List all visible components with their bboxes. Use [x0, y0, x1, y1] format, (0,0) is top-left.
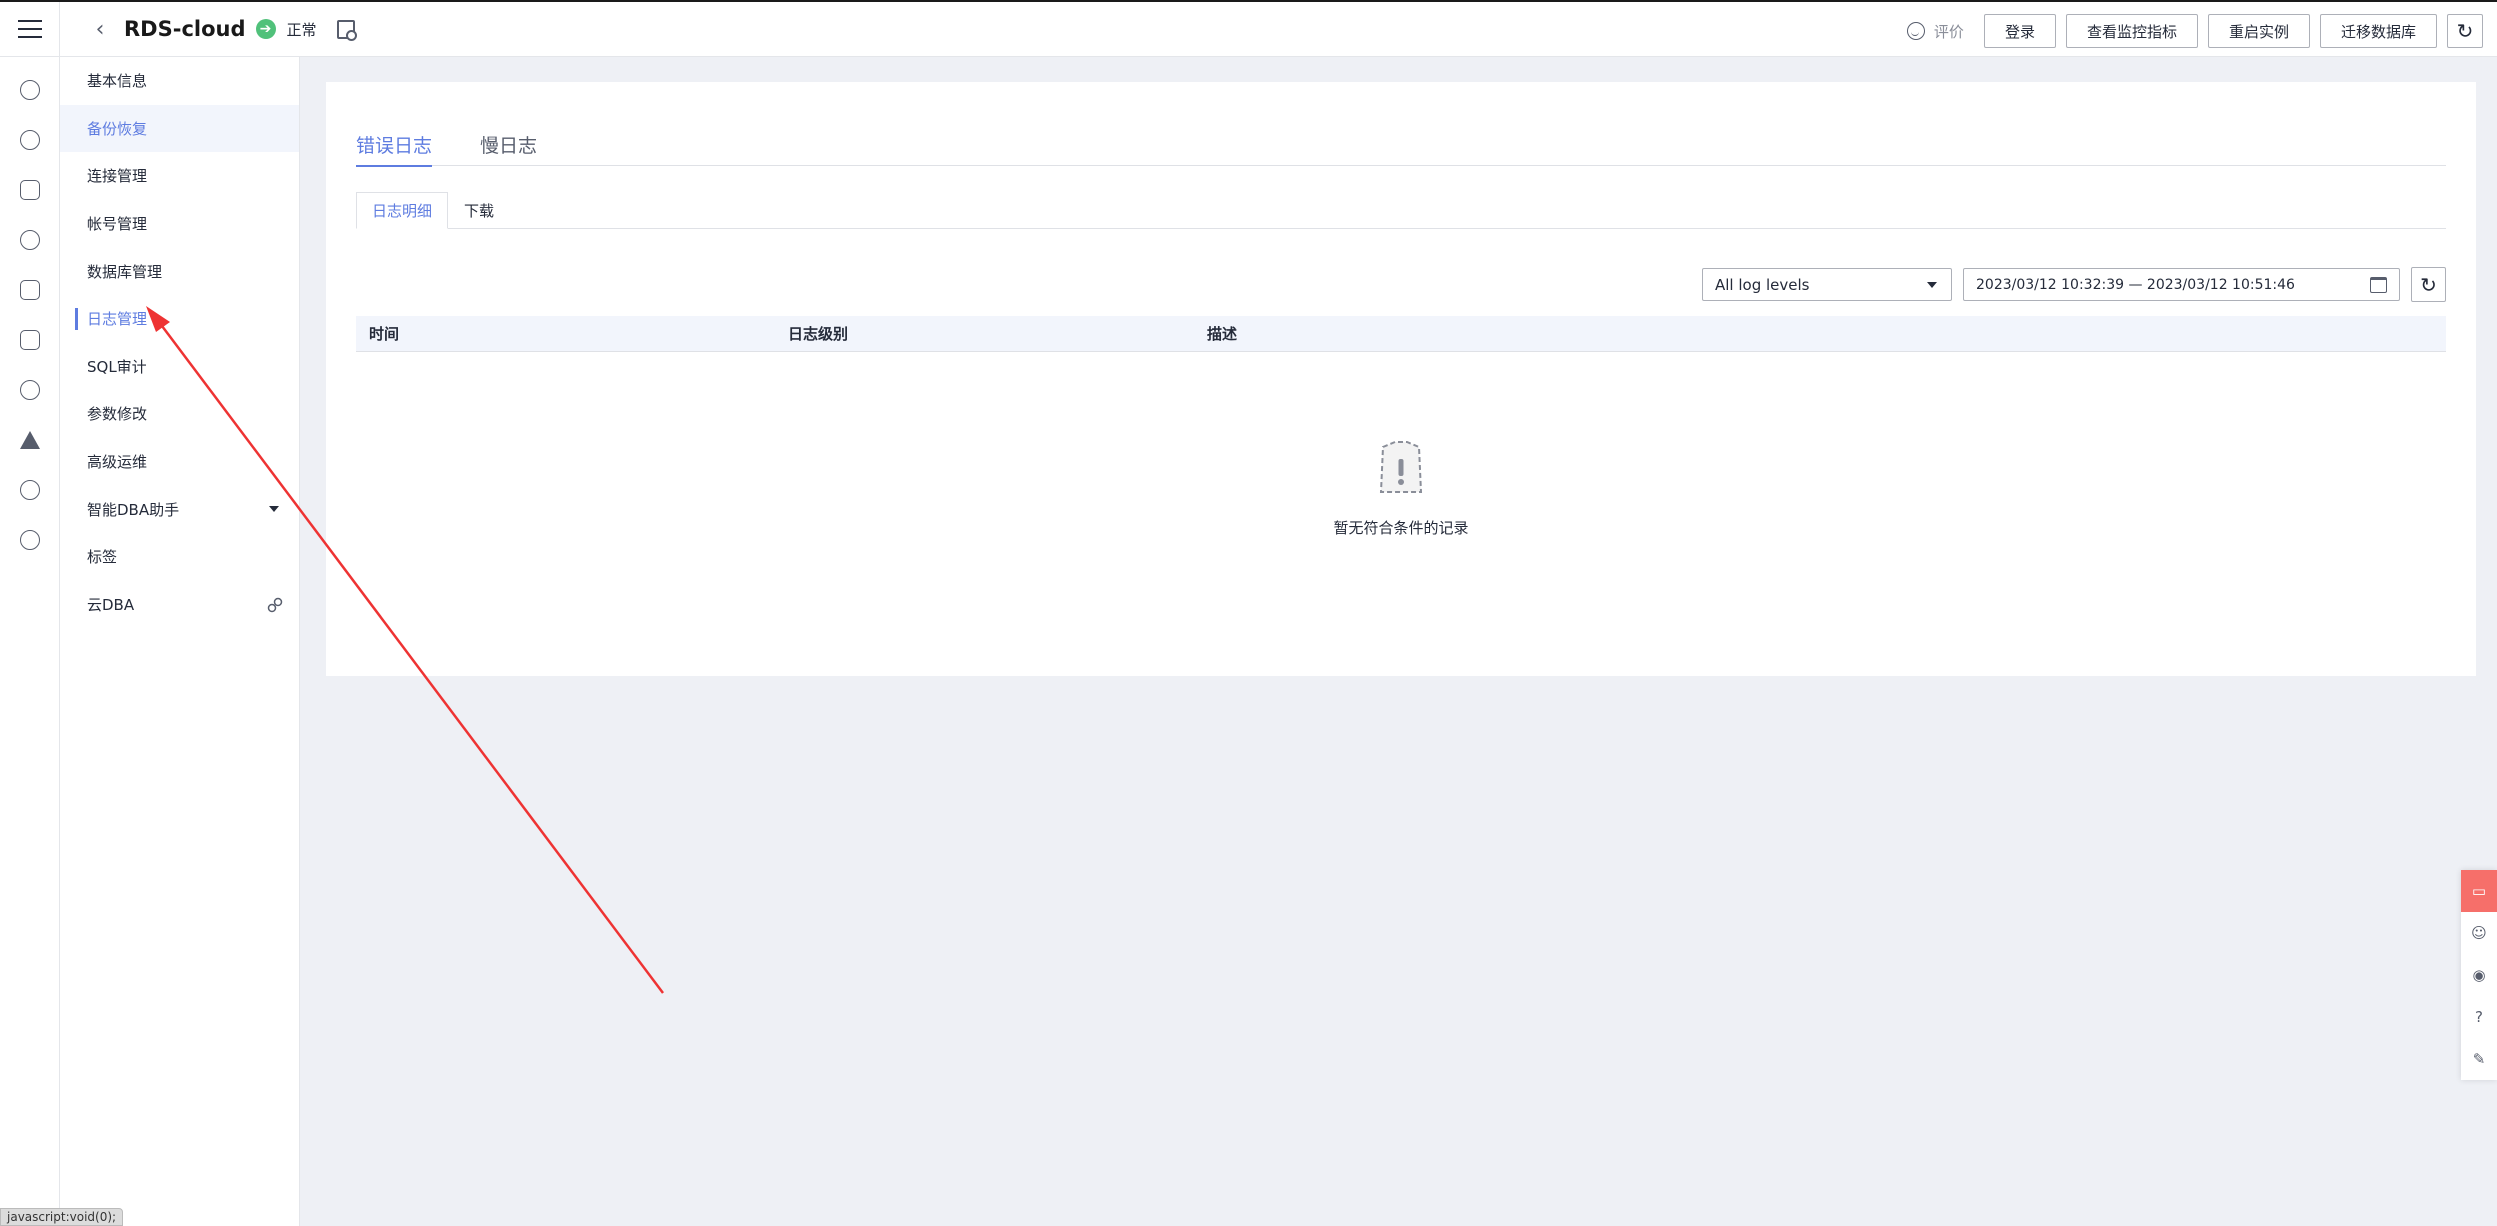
tab-log-detail[interactable]: 日志明细 [356, 192, 449, 229]
restart-instance-button[interactable]: 重启实例 [2207, 14, 2310, 48]
menu-item-label: 云DBA [87, 595, 135, 614]
menu-item-label: 标签 [87, 548, 118, 567]
feedback-icon[interactable]: ☺ [2461, 912, 2497, 954]
menu-item-label: 参数修改 [87, 405, 148, 424]
date-range-picker[interactable]: 2023/03/12 10:32:39 — 2023/03/12 10:51:4… [1963, 268, 2400, 301]
top-bar: ‹ RDS-cloud ➔ 正常 评价 登录 查看监控指标 重启实例 迁移数据库… [0, 0, 2497, 57]
instance-name: RDS-cloud [124, 17, 246, 41]
globe-icon[interactable] [0, 465, 60, 515]
deploy-icon[interactable] [0, 415, 60, 465]
tab-download[interactable]: 下载 [448, 192, 510, 229]
menu-item-cloud-dba[interactable]: 云DBA [60, 581, 299, 629]
refresh-list-button[interactable]: ↻ [2411, 267, 2446, 302]
migrate-database-button[interactable]: 迁移数据库 [2319, 14, 2437, 48]
menu-item-connection[interactable]: 连接管理 [60, 152, 299, 200]
status-ok-icon: ➔ [255, 19, 276, 39]
calendar-icon [2370, 277, 2387, 293]
menu-icon[interactable] [0, 1, 60, 57]
menu-item-label: 数据库管理 [87, 262, 163, 281]
menu-item-basic-info[interactable]: 基本信息 [60, 57, 299, 105]
smile-icon [1906, 22, 1925, 40]
table-header: 时间 日志级别 描述 [356, 316, 2446, 352]
menu-item-sql-audit[interactable]: SQL审计 [60, 343, 299, 391]
menu-item-label: 基本信息 [87, 72, 148, 91]
menu-item-advanced-ops[interactable]: 高级运维 [60, 438, 299, 486]
empty-record-icon [1379, 441, 1423, 493]
rate-label: 评价 [1933, 22, 1964, 41]
instance-submenu: 基本信息 备份恢复 连接管理 帐号管理 数据库管理 日志管理 SQL审计 参数修… [60, 57, 300, 1226]
menu-item-label: 连接管理 [87, 167, 148, 186]
menu-item-label: 备份恢复 [87, 119, 148, 138]
menu-item-tags[interactable]: 标签 [60, 533, 299, 581]
service-rail [0, 57, 60, 1226]
menu-item-label: 帐号管理 [87, 215, 148, 234]
database-icon[interactable] [0, 265, 60, 315]
cloud-disk-icon[interactable] [0, 215, 60, 265]
storage-icon[interactable] [0, 315, 60, 365]
cloud-icon[interactable] [0, 365, 60, 415]
column-log-level[interactable]: 日志级别 [775, 323, 1194, 344]
menu-item-logs[interactable]: 日志管理 [60, 295, 299, 343]
login-button[interactable]: 登录 [1983, 14, 2056, 48]
menu-item-databases[interactable]: 数据库管理 [60, 247, 299, 295]
menu-item-label: 智能DBA助手 [87, 500, 180, 519]
menu-item-backup-restore[interactable]: 备份恢复 [60, 104, 299, 153]
status-badge: 正常 [286, 20, 317, 39]
empty-state: 暂无符合条件的记录 [326, 437, 2476, 538]
log-level-value: All log levels [1715, 275, 1810, 294]
refresh-icon[interactable]: ↻ [2447, 14, 2483, 48]
view-metrics-button[interactable]: 查看监控指标 [2065, 14, 2198, 48]
chevron-down-icon [269, 506, 279, 513]
filter-bar: All log levels 2023/03/12 10:32:39 — 202… [1702, 267, 2446, 302]
menu-item-dba-assistant[interactable]: 智能DBA助手 [60, 485, 299, 533]
tab-slow-log[interactable]: 慢日志 [480, 122, 537, 166]
chevron-down-icon [1927, 282, 1937, 288]
eye-icon[interactable]: ◉ [2461, 954, 2497, 996]
log-subtabs: 日志明细 下载 [356, 192, 2446, 229]
empty-state-text: 暂无符合条件的记录 [1333, 519, 1469, 537]
menu-item-label: 高级运维 [87, 453, 148, 472]
menu-item-label: SQL审计 [87, 357, 147, 376]
help-icon[interactable]: ? [2461, 996, 2497, 1038]
browser-status-bar: javascript:void(0); [0, 1208, 124, 1226]
menu-item-label: 日志管理 [87, 310, 148, 329]
log-level-select[interactable]: All log levels [1702, 268, 1952, 301]
search-doc-icon[interactable] [336, 19, 357, 41]
column-time[interactable]: 时间 [356, 323, 775, 344]
rate-button[interactable]: 评价 [1906, 21, 1964, 42]
log-card: 错误日志 慢日志 日志明细 下载 All log levels 2023/03/… [326, 82, 2476, 676]
cloud-server-icon[interactable] [0, 65, 60, 115]
date-range-value: 2023/03/12 10:32:39 — 2023/03/12 10:51:4… [1976, 276, 2295, 293]
column-description[interactable]: 描述 [1194, 323, 2446, 344]
menu-item-parameters[interactable]: 参数修改 [60, 390, 299, 438]
floating-toolbar: ▭ ☺ ◉ ? ✎ [2461, 870, 2497, 1080]
tab-error-log[interactable]: 错误日志 [356, 122, 433, 167]
network-icon[interactable] [0, 165, 60, 215]
edit-icon[interactable]: ✎ [2461, 1038, 2497, 1080]
external-link-icon [267, 597, 283, 612]
log-type-tabs: 错误日志 慢日志 [356, 122, 2446, 167]
cluster-icon[interactable] [0, 115, 60, 165]
chat-icon[interactable]: ▭ [2461, 870, 2497, 912]
ip-icon[interactable] [0, 515, 60, 565]
menu-item-accounts[interactable]: 帐号管理 [60, 200, 299, 248]
back-icon[interactable]: ‹ [90, 17, 110, 42]
